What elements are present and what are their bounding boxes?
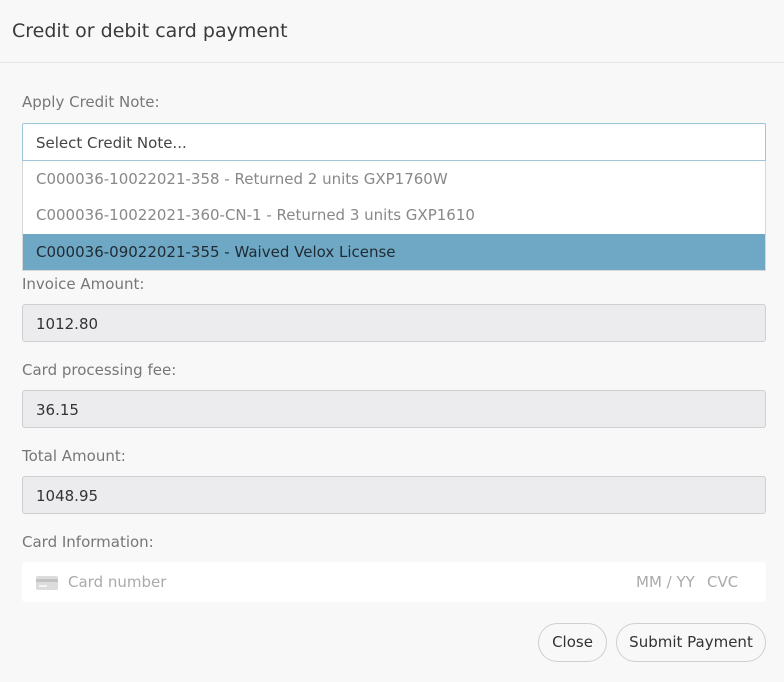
close-button[interactable]: Close — [538, 623, 607, 662]
credit-note-option-highlighted[interactable]: C000036-09022021-355 - Waived Velox Lice… — [23, 234, 765, 270]
card-fee-field: 36.15 — [22, 390, 766, 428]
credit-note-select-placeholder: Select Credit Note... — [36, 134, 187, 152]
card-expiry-input[interactable]: MM / YY — [636, 572, 695, 592]
submit-payment-button[interactable]: Submit Payment — [616, 623, 766, 662]
card-info-label: Card Information: — [22, 533, 154, 551]
invoice-amount-value: 1012.80 — [36, 315, 99, 333]
invoice-amount-label: Invoice Amount: — [22, 275, 145, 293]
total-amount-label: Total Amount: — [22, 447, 126, 465]
credit-card-icon — [36, 576, 58, 590]
total-amount-field: 1048.95 — [22, 476, 766, 514]
card-cvc-input[interactable]: CVC — [707, 572, 738, 592]
card-number-input[interactable]: Card number — [68, 572, 166, 592]
modal-header: Credit or debit card payment — [0, 0, 784, 63]
credit-note-dropdown: C000036-10022021-358 - Returned 2 units … — [22, 161, 766, 271]
credit-note-select[interactable]: Select Credit Note... — [22, 123, 766, 161]
card-fee-label: Card processing fee: — [22, 361, 177, 379]
card-fee-value: 36.15 — [36, 401, 79, 419]
invoice-amount-field: 1012.80 — [22, 304, 766, 342]
credit-note-label: Apply Credit Note: — [22, 93, 160, 111]
credit-note-option[interactable]: C000036-10022021-358 - Returned 2 units … — [23, 161, 765, 197]
card-element[interactable]: Card number MM / YY CVC — [22, 562, 766, 602]
total-amount-value: 1048.95 — [36, 487, 99, 505]
credit-note-option[interactable]: C000036-10022021-360-CN-1 - Returned 3 u… — [23, 197, 765, 233]
modal-title: Credit or debit card payment — [12, 20, 288, 42]
